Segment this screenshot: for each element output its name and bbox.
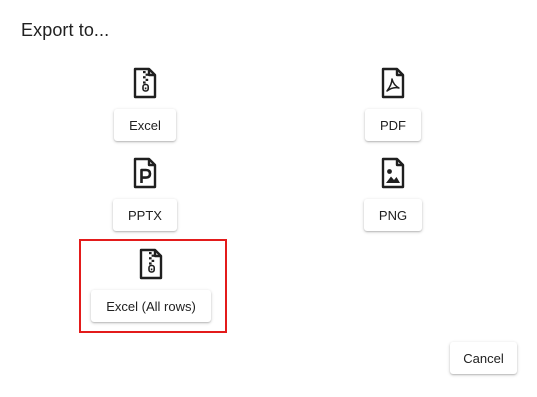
export-option-excel: Excel bbox=[114, 67, 176, 141]
pdf-button[interactable]: PDF bbox=[365, 109, 421, 141]
excel-button[interactable]: Excel bbox=[114, 109, 176, 141]
cancel-button[interactable]: Cancel bbox=[450, 342, 517, 374]
export-option-pptx: PPTX bbox=[113, 157, 177, 231]
file-zip-icon bbox=[133, 67, 157, 99]
pptx-button[interactable]: PPTX bbox=[113, 199, 177, 231]
png-button[interactable]: PNG bbox=[363, 199, 423, 231]
export-option-pdf: PDF bbox=[363, 67, 423, 141]
file-pptx-icon bbox=[133, 157, 157, 189]
export-option-png: PNG bbox=[363, 157, 423, 231]
file-pdf-icon bbox=[381, 67, 405, 99]
dialog-title: Export to... bbox=[21, 20, 110, 40]
selection-highlight bbox=[79, 239, 227, 333]
export-dialog: Export to... Excel PDF PPTX PNG Excel (A… bbox=[0, 0, 537, 397]
file-image-icon bbox=[381, 157, 405, 189]
